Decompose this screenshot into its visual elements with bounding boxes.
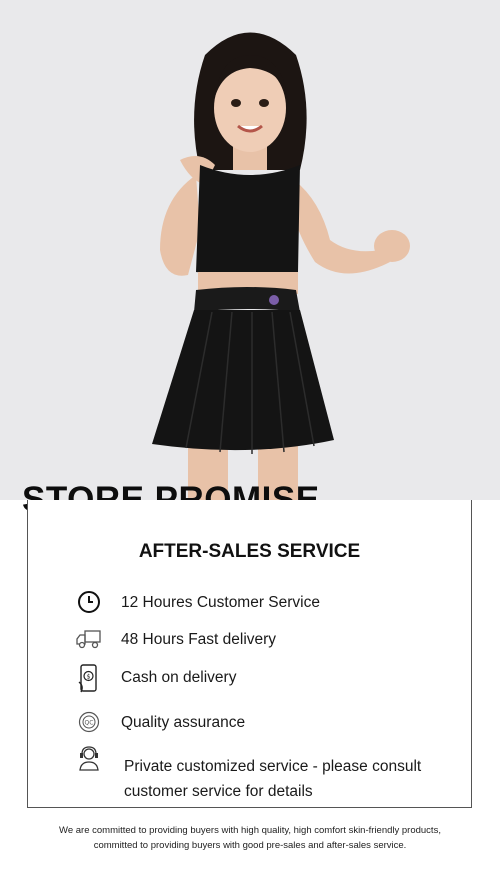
girl-in-black-crop-top-and-pleated-skirt-illustration [0, 0, 500, 500]
svg-text:QC: QC [85, 720, 94, 727]
service-label-line1: Private customized service - please cons… [124, 758, 422, 775]
store-commitment-note: We are committed to providing buyers wit… [20, 823, 480, 853]
commitment-line-1: We are committed to providing buyers wit… [59, 825, 441, 836]
after-sales-service-panel: AFTER-SALES SERVICE 12 Houres Customer S… [27, 500, 472, 808]
service-item-cash-on-delivery: $ Cash on delivery [28, 664, 471, 694]
service-label: 12 Houres Customer Service [121, 594, 320, 611]
clock-icon [76, 589, 102, 615]
delivery-truck-icon [76, 626, 102, 652]
service-item-private-customized: Private customized service - please cons… [28, 745, 471, 805]
service-label: 48 Hours Fast delivery [121, 631, 277, 648]
service-label: Cash on delivery [121, 669, 237, 686]
cash-on-delivery-phone-icon: $ [76, 664, 102, 693]
after-sales-service-heading: AFTER-SALES SERVICE [138, 541, 361, 562]
svg-text:$: $ [87, 674, 91, 681]
commitment-line-2: committed to providing buyers with good … [93, 840, 407, 851]
customer-service-agent-icon [76, 745, 102, 771]
service-item-fast-delivery: 48 Hours Fast delivery [28, 626, 471, 656]
product-photo [0, 0, 500, 500]
service-item-customer-service: 12 Houres Customer Service [28, 589, 471, 619]
service-item-quality-assurance: QC Quality assurance [28, 709, 471, 739]
service-label: Quality assurance [121, 714, 246, 731]
service-label-line2: customer service for details [124, 783, 313, 800]
quality-badge-icon: QC [76, 709, 102, 735]
